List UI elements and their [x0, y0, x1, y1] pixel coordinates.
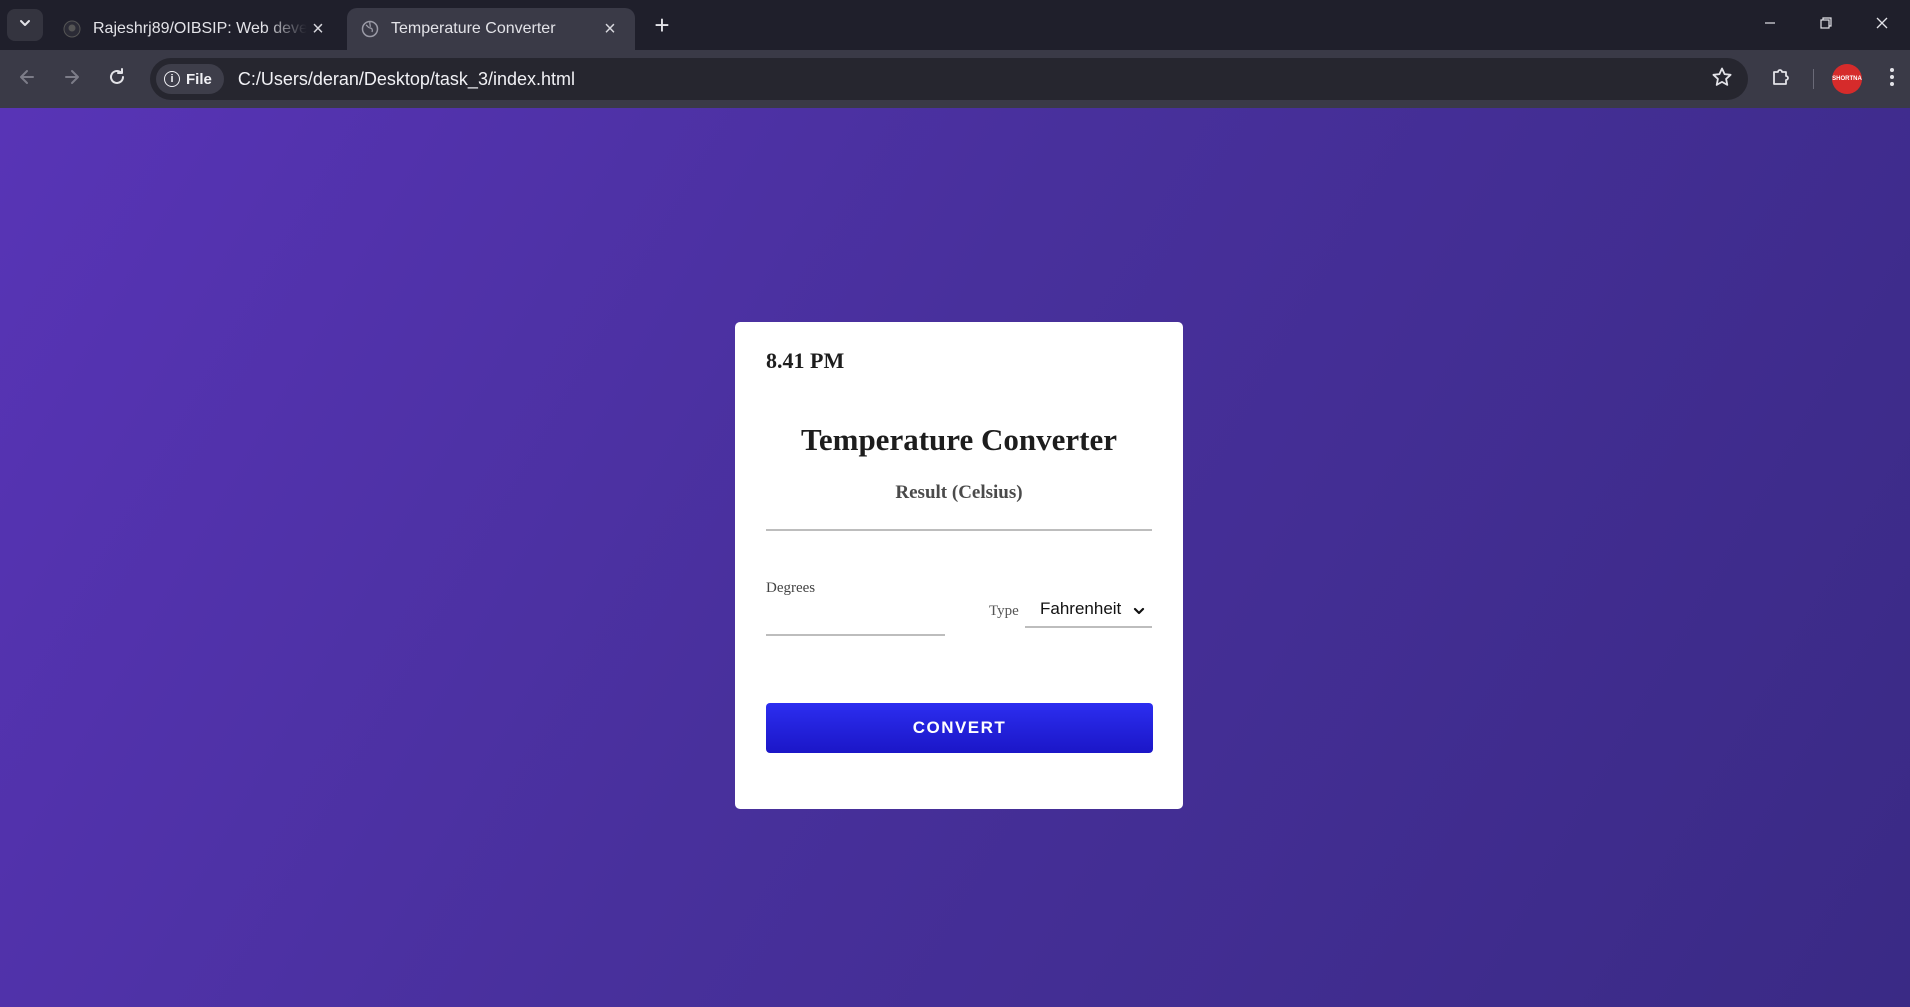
github-icon [63, 20, 81, 38]
page-background: 8.41 PM Temperature Converter Result (Ce… [0, 108, 1910, 1007]
arrow-left-icon [17, 67, 37, 92]
address-bar[interactable]: i File C:/Users/deran/Desktop/task_3/ind… [150, 58, 1748, 100]
browser-toolbar: i File C:/Users/deran/Desktop/task_3/ind… [0, 50, 1910, 108]
site-info-label: File [186, 70, 212, 88]
tab-title: Rajeshrj89/OIBSIP: Web development [93, 20, 307, 37]
page-title: Temperature Converter [801, 422, 1117, 457]
extensions-button[interactable] [1765, 63, 1797, 95]
puzzle-icon [1770, 66, 1792, 93]
type-label: Type [989, 603, 1019, 619]
window-controls [1742, 0, 1910, 50]
close-icon[interactable]: × [307, 18, 329, 40]
close-window-button[interactable] [1854, 0, 1910, 50]
restore-button[interactable] [1798, 0, 1854, 50]
result-label: Result (Celsius) [895, 482, 1023, 503]
bookmark-button[interactable] [1710, 67, 1734, 91]
kebab-menu-icon [1889, 67, 1895, 92]
plus-icon: + [654, 10, 670, 40]
tab-github[interactable]: Rajeshrj89/OIBSIP: Web development × [49, 8, 343, 50]
browser-menu-button[interactable] [1878, 63, 1906, 95]
tab-temperature-converter[interactable]: Temperature Converter × [347, 8, 635, 50]
globe-icon [361, 20, 379, 38]
reload-button[interactable] [101, 63, 133, 95]
tab-search-button[interactable] [7, 9, 43, 41]
toolbar-divider [1813, 69, 1814, 89]
profile-badge-text: SHORTNA [1832, 76, 1862, 82]
chevron-down-icon [18, 16, 32, 35]
chevron-down-icon [1132, 604, 1146, 618]
arrow-right-icon [62, 67, 82, 92]
result-output [766, 529, 1152, 531]
restore-icon [1819, 16, 1833, 35]
type-select[interactable]: Fahrenheit [1025, 592, 1152, 628]
profile-avatar[interactable]: SHORTNA [1832, 64, 1862, 94]
url-text[interactable]: C:/Users/deran/Desktop/task_3/index.html [238, 69, 1748, 90]
degrees-input[interactable] [766, 600, 945, 636]
tab-title: Temperature Converter [391, 20, 556, 37]
star-icon [1711, 66, 1733, 93]
clock-time: 8.41 PM [766, 348, 845, 373]
minimize-button[interactable] [1742, 0, 1798, 50]
info-icon: i [164, 71, 180, 87]
type-selected-value: Fahrenheit [1040, 599, 1122, 618]
site-info-chip[interactable]: i File [156, 64, 224, 94]
convert-button[interactable]: CONVERT [766, 703, 1153, 753]
degrees-label: Degrees [766, 580, 816, 596]
close-icon [1875, 16, 1889, 35]
minimize-icon [1763, 16, 1777, 35]
back-button[interactable] [11, 63, 43, 95]
reload-icon [107, 67, 127, 92]
new-tab-button[interactable]: + [648, 11, 676, 39]
forward-button[interactable] [56, 63, 88, 95]
converter-card: 8.41 PM Temperature Converter Result (Ce… [735, 322, 1183, 809]
tab-strip: Rajeshrj89/OIBSIP: Web development × Tem… [0, 0, 1910, 50]
close-icon[interactable]: × [599, 18, 621, 40]
